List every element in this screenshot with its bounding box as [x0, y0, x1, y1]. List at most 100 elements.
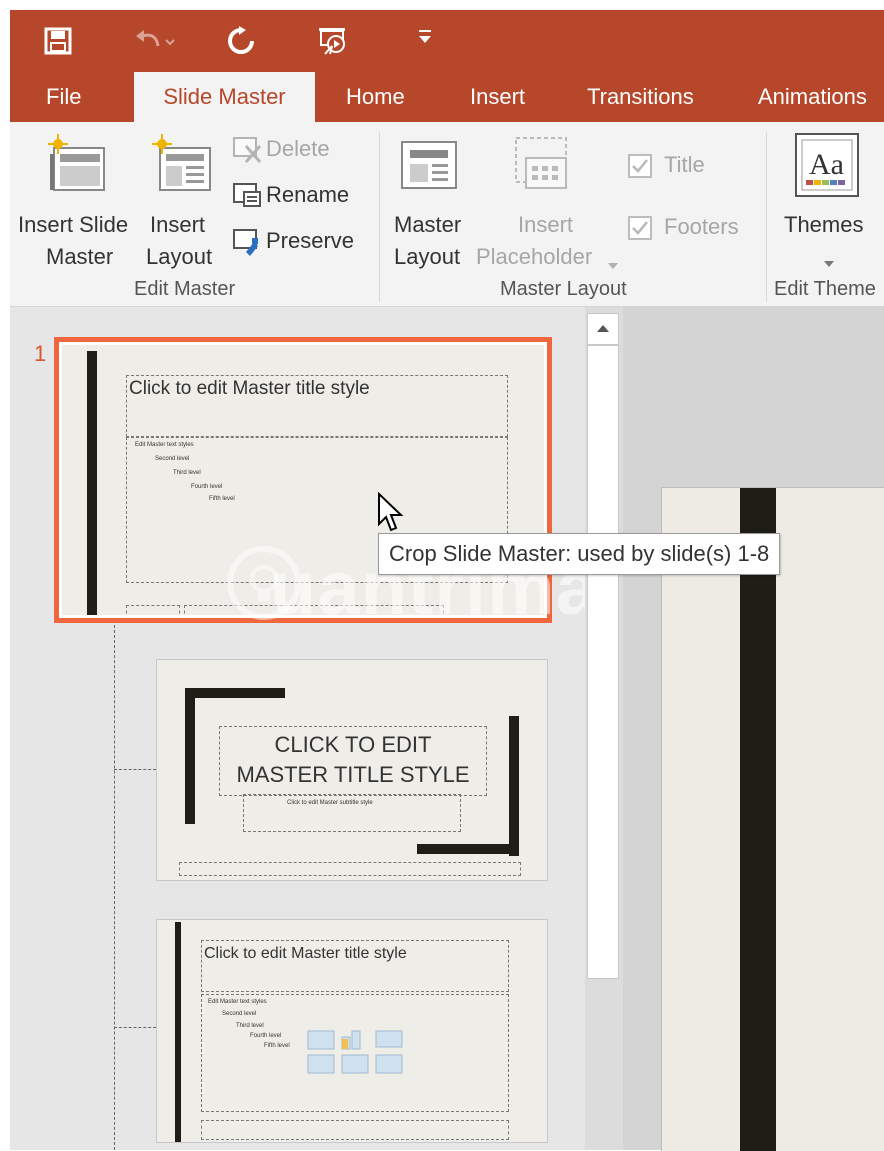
date-placeholder — [126, 605, 180, 615]
themes-button[interactable]: Aa Themes — [776, 130, 884, 270]
dropdown-arrow-icon — [608, 256, 618, 274]
text-level-1: Edit Master text styles — [135, 442, 194, 448]
text-level-3: Third level — [236, 1023, 264, 1029]
dropdown-arrow-icon — [824, 254, 834, 272]
title-content-layout-thumbnail[interactable]: Click to edit Master title style Edit Ma… — [156, 919, 548, 1143]
customize-quick-access-icon[interactable] — [418, 26, 432, 54]
master-layout-label-1: Master — [394, 212, 462, 237]
text-level-2: Second level — [155, 456, 190, 462]
text-level-3: Third level — [173, 470, 201, 476]
insert-layout-label-2: Layout — [146, 244, 213, 269]
title-placeholder: Click to edit Master title style — [201, 940, 509, 992]
delete-label: Delete — [266, 136, 330, 161]
insert-slide-master-button[interactable]: Insert Slide Master — [16, 130, 140, 270]
title-placeholder: Click to edit Master title style — [126, 375, 508, 437]
title-checkbox[interactable]: Title — [628, 152, 738, 182]
insert-placeholder-label-2: Placeholder — [476, 244, 593, 269]
delete-icon — [232, 136, 262, 169]
themes-label: Themes — [784, 212, 864, 237]
thumbnail-scrollbar[interactable] — [585, 307, 623, 1150]
layout-title-line-2: MASTER TITLE STYLE — [236, 762, 470, 787]
decorative-bracket — [417, 844, 519, 854]
ribbon: Insert Slide Master Insert Layout Delete… — [10, 122, 884, 307]
layout-connector-line — [114, 1027, 156, 1028]
rename-icon — [232, 182, 262, 215]
layout-connector-line — [114, 625, 115, 1150]
master-title-text: Click to edit Master title style — [129, 378, 370, 399]
text-level-5: Fifth level — [209, 496, 235, 502]
slide-thumbnail-pane[interactable]: 1 Click to edit Master title style Edit … — [10, 307, 693, 1150]
master-layout-label-2: Layout — [394, 244, 461, 269]
title-bar — [10, 10, 884, 72]
tooltip: Crop Slide Master: used by slide(s) 1-8 — [378, 533, 781, 575]
text-level-4: Fourth level — [191, 484, 223, 490]
master-layout-group-label: Master Layout — [500, 278, 627, 300]
insert-layout-button[interactable]: Insert Layout — [144, 130, 222, 270]
slide-number: 1 — [34, 341, 47, 366]
layout-title-line-1: CLICK TO EDIT — [274, 732, 432, 757]
watermark-logo-icon — [224, 543, 304, 628]
decorative-bracket — [185, 688, 195, 824]
decorative-bracket — [185, 688, 285, 698]
group-separator — [379, 132, 380, 302]
rename-button[interactable]: Rename — [232, 180, 372, 212]
insert-slide-master-label-1: Insert Slide — [18, 212, 129, 237]
insert-placeholder-icon — [514, 132, 574, 201]
title-checkbox-label: Title — [664, 152, 705, 177]
tab-animations[interactable]: Animations — [758, 72, 867, 122]
slide-canvas[interactable] — [661, 487, 884, 1151]
preserve-icon — [232, 228, 262, 261]
layout-connector-line — [114, 769, 156, 770]
decorative-bar — [175, 922, 181, 1142]
decorative-bracket — [509, 716, 519, 856]
tab-file[interactable]: File — [46, 72, 81, 122]
chevron-up-icon — [597, 325, 609, 332]
preserve-label: Preserve — [266, 228, 355, 253]
themes-icon: Aa — [794, 132, 860, 203]
save-icon[interactable] — [44, 27, 72, 60]
text-level-2: Second level — [222, 1011, 257, 1017]
insert-layout-icon — [150, 134, 214, 199]
footer-placeholder — [179, 862, 521, 876]
title-slide-layout-thumbnail[interactable]: CLICK TO EDIT MASTER TITLE STYLE Click t… — [156, 659, 548, 881]
insert-placeholder-label-1: Insert — [518, 212, 574, 237]
repeat-icon[interactable] — [226, 26, 256, 61]
undo-icon[interactable] — [132, 26, 176, 61]
master-layout-icon — [400, 140, 460, 197]
edit-master-group-label: Edit Master — [134, 278, 236, 300]
delete-button[interactable]: Delete — [232, 134, 362, 166]
ribbon-tabs: File Slide Master Home Insert Transition… — [10, 72, 884, 122]
scroll-thumb[interactable] — [587, 345, 619, 979]
decorative-bar — [740, 488, 776, 1151]
insert-placeholder-button[interactable]: Insert Placeholder — [476, 130, 620, 270]
decorative-bar — [87, 351, 97, 615]
layout-subtitle: Click to edit Master subtitle style — [287, 800, 373, 806]
tab-insert[interactable]: Insert — [470, 72, 525, 122]
text-level-4: Fourth level — [250, 1033, 282, 1039]
insert-slide-master-icon — [46, 134, 110, 199]
preserve-button[interactable]: Preserve — [232, 226, 372, 258]
layout-title-text: Click to edit Master title style — [204, 945, 407, 962]
body-placeholder: Edit Master text styles Second level Thi… — [201, 994, 509, 1112]
text-level-1: Edit Master text styles — [208, 999, 267, 1005]
slide-editing-pane — [623, 307, 884, 1151]
tab-home[interactable]: Home — [346, 72, 405, 122]
text-level-5: Fifth level — [264, 1043, 290, 1049]
insert-slide-master-label-2: Master — [46, 244, 114, 269]
footers-checkbox-label: Footers — [664, 214, 739, 239]
checkbox-checked-icon — [628, 216, 652, 245]
tab-transitions[interactable]: Transitions — [587, 72, 694, 122]
rename-label: Rename — [266, 182, 350, 207]
footers-checkbox[interactable]: Footers — [628, 214, 758, 244]
edit-theme-group-label: Edit Theme — [774, 278, 876, 300]
group-separator — [766, 132, 767, 302]
scroll-up-button[interactable] — [587, 313, 619, 345]
insert-layout-label-1: Insert — [150, 212, 206, 237]
footer-placeholder — [201, 1120, 509, 1140]
mouse-pointer-icon — [377, 491, 405, 539]
master-layout-button[interactable]: Master Layout — [390, 130, 474, 270]
present-from-start-icon[interactable] — [316, 24, 350, 63]
tab-slide-master[interactable]: Slide Master — [134, 72, 315, 122]
content-insert-icons — [306, 1029, 410, 1082]
checkbox-checked-icon — [628, 154, 652, 183]
